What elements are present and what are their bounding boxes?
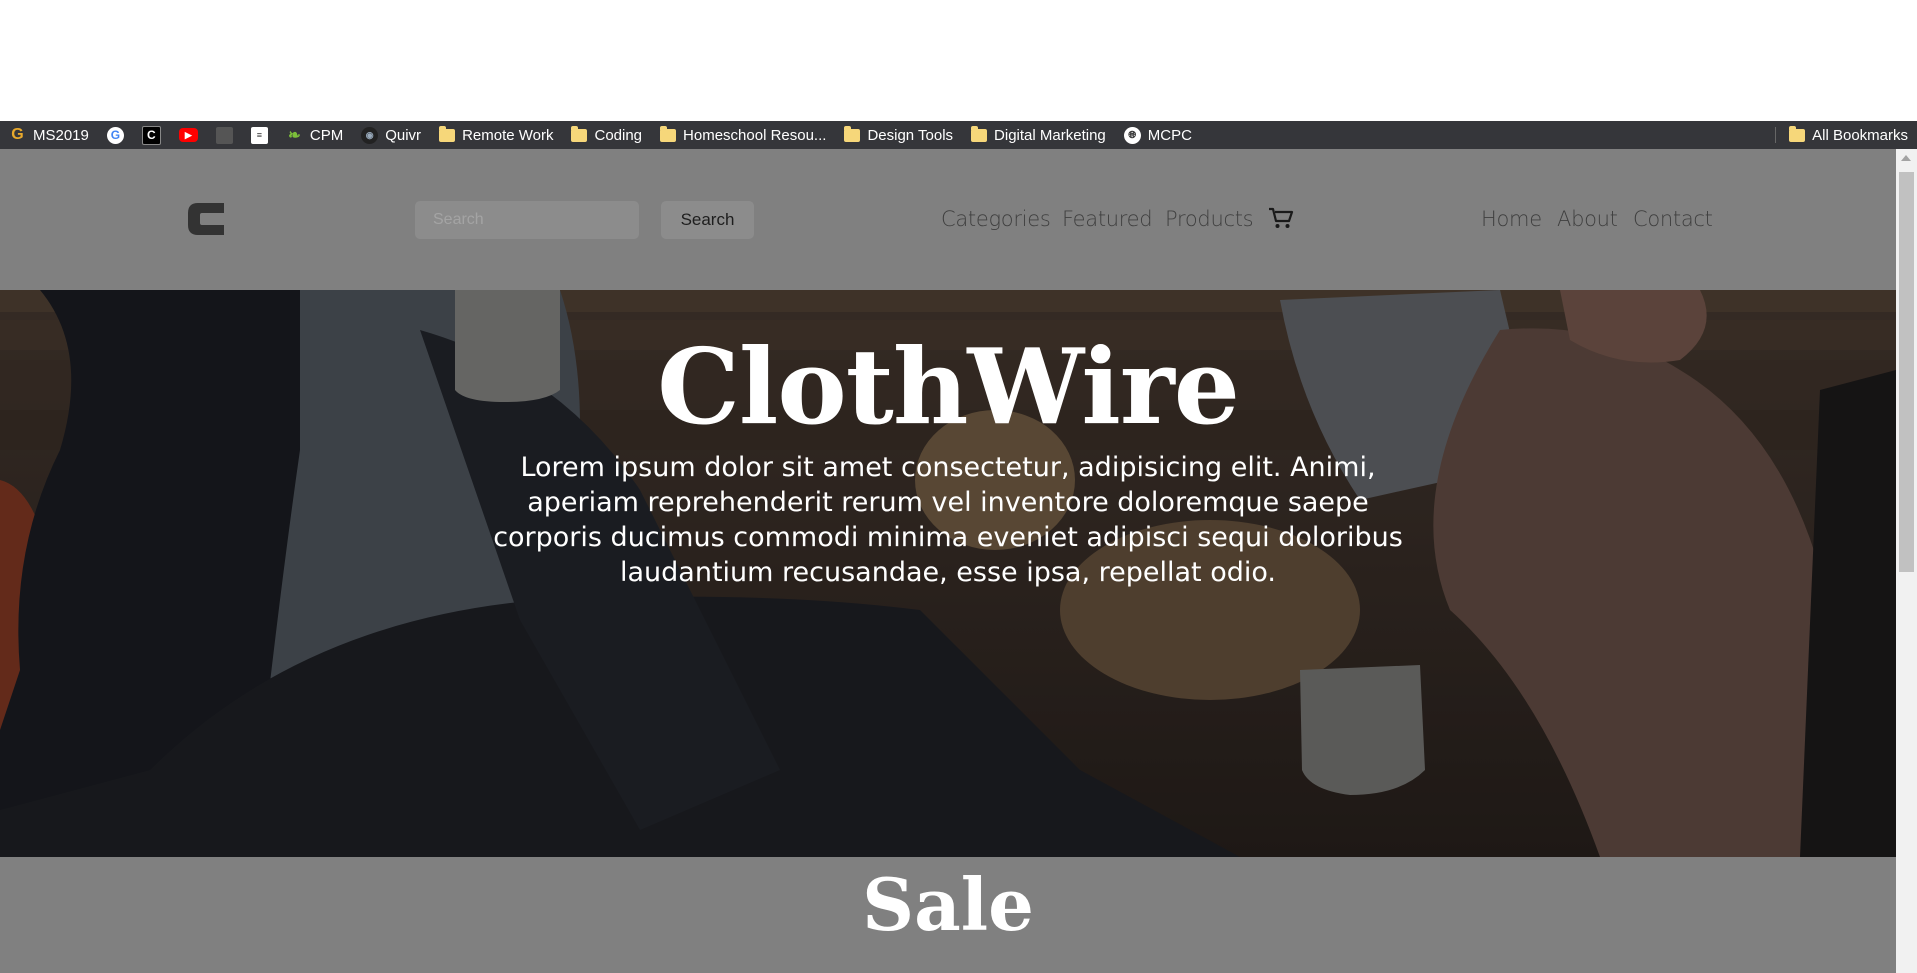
nav-link-about[interactable]: About	[1557, 207, 1618, 231]
bookmark-label: Quivr	[385, 126, 422, 144]
bookmark-label: Coding	[594, 126, 643, 144]
bookmark-label: MCPC	[1147, 126, 1192, 144]
bookmark-white[interactable]: ≡	[242, 121, 277, 149]
nav-link-contact[interactable]: Contact	[1633, 207, 1713, 231]
folder-icon	[971, 125, 988, 142]
bookmark-grey[interactable]	[207, 121, 242, 149]
folder-icon	[571, 125, 588, 142]
bookmark-google[interactable]: G	[98, 121, 133, 149]
logo-icon[interactable]	[184, 197, 228, 241]
bookmark-all-bookmarks[interactable]: All Bookmarks	[1780, 121, 1917, 149]
nav-link-products[interactable]: Products	[1165, 207, 1254, 231]
page-viewport: Search Categories Featured Products Home…	[0, 149, 1896, 973]
leaf-icon: ❧	[288, 127, 301, 144]
bookmarks-divider	[1775, 127, 1777, 143]
bookmark-cpm[interactable]: ❧ CPM	[277, 121, 352, 149]
bookmark-c[interactable]: C	[133, 121, 170, 149]
bookmark-label: MS2019	[33, 126, 89, 144]
search-button[interactable]: Search	[661, 201, 754, 239]
hero-description: Lorem ipsum dolor sit amet consectetur, …	[493, 452, 1403, 588]
folder-icon	[439, 125, 456, 142]
navbar: Search Categories Featured Products Home…	[0, 149, 1896, 290]
nav-link-categories[interactable]: Categories	[941, 207, 1051, 231]
all-bookmarks-label: All Bookmarks	[1812, 126, 1908, 144]
globe-icon: 🌐︎	[1123, 126, 1141, 144]
bookmark-ms2019[interactable]: G MS2019	[0, 121, 98, 149]
bookmark-quivr[interactable]: ◉ Quivr	[352, 121, 430, 149]
cart-icon[interactable]	[1268, 206, 1294, 230]
bookmark-remote-work[interactable]: Remote Work	[430, 121, 562, 149]
white-page-icon: ≡	[250, 126, 268, 144]
bookmark-label: Design Tools	[867, 126, 954, 144]
scroll-thumb[interactable]	[1899, 172, 1914, 572]
bookmark-design-tools[interactable]: Design Tools	[835, 121, 962, 149]
bookmark-label: Remote Work	[462, 126, 554, 144]
sale-heading: Sale	[862, 862, 1034, 947]
bookmark-label: Homeschool Resou...	[683, 126, 827, 144]
page-scrollbar[interactable]	[1896, 149, 1917, 973]
grey-square-icon	[215, 126, 233, 144]
browser-top-area	[0, 0, 1917, 121]
nav-link-home[interactable]: Home	[1481, 207, 1542, 231]
bookmark-coding[interactable]: Coding	[562, 121, 651, 149]
bookmark-label: CPM	[309, 126, 344, 144]
folder-icon	[1789, 125, 1806, 142]
c-square-icon: C	[141, 125, 161, 145]
bookmarks-bar: G MS2019 G C ▶ ≡ ❧ CPM ◉ Quivr Remote Wo…	[0, 121, 1917, 149]
quivr-icon: ◉	[361, 126, 379, 144]
google-icon: G	[106, 126, 124, 144]
bookmark-youtube[interactable]: ▶	[170, 121, 207, 149]
bookmark-homeschool[interactable]: Homeschool Resou...	[651, 121, 835, 149]
hero-section: ClothWire Lorem ipsum dolor sit amet con…	[0, 290, 1896, 857]
folder-icon	[844, 125, 861, 142]
search-input[interactable]	[415, 201, 639, 239]
youtube-icon: ▶	[178, 128, 198, 142]
nav-link-featured[interactable]: Featured	[1062, 207, 1153, 231]
bookmark-mcpc[interactable]: 🌐︎ MCPC	[1115, 121, 1201, 149]
bookmark-label: Digital Marketing	[994, 126, 1106, 144]
g-logo-icon: G	[11, 126, 24, 143]
bookmark-digital-marketing[interactable]: Digital Marketing	[962, 121, 1115, 149]
hero-title: ClothWire	[657, 325, 1240, 448]
folder-icon	[660, 125, 677, 142]
scroll-up-arrow-icon[interactable]	[1901, 155, 1911, 161]
